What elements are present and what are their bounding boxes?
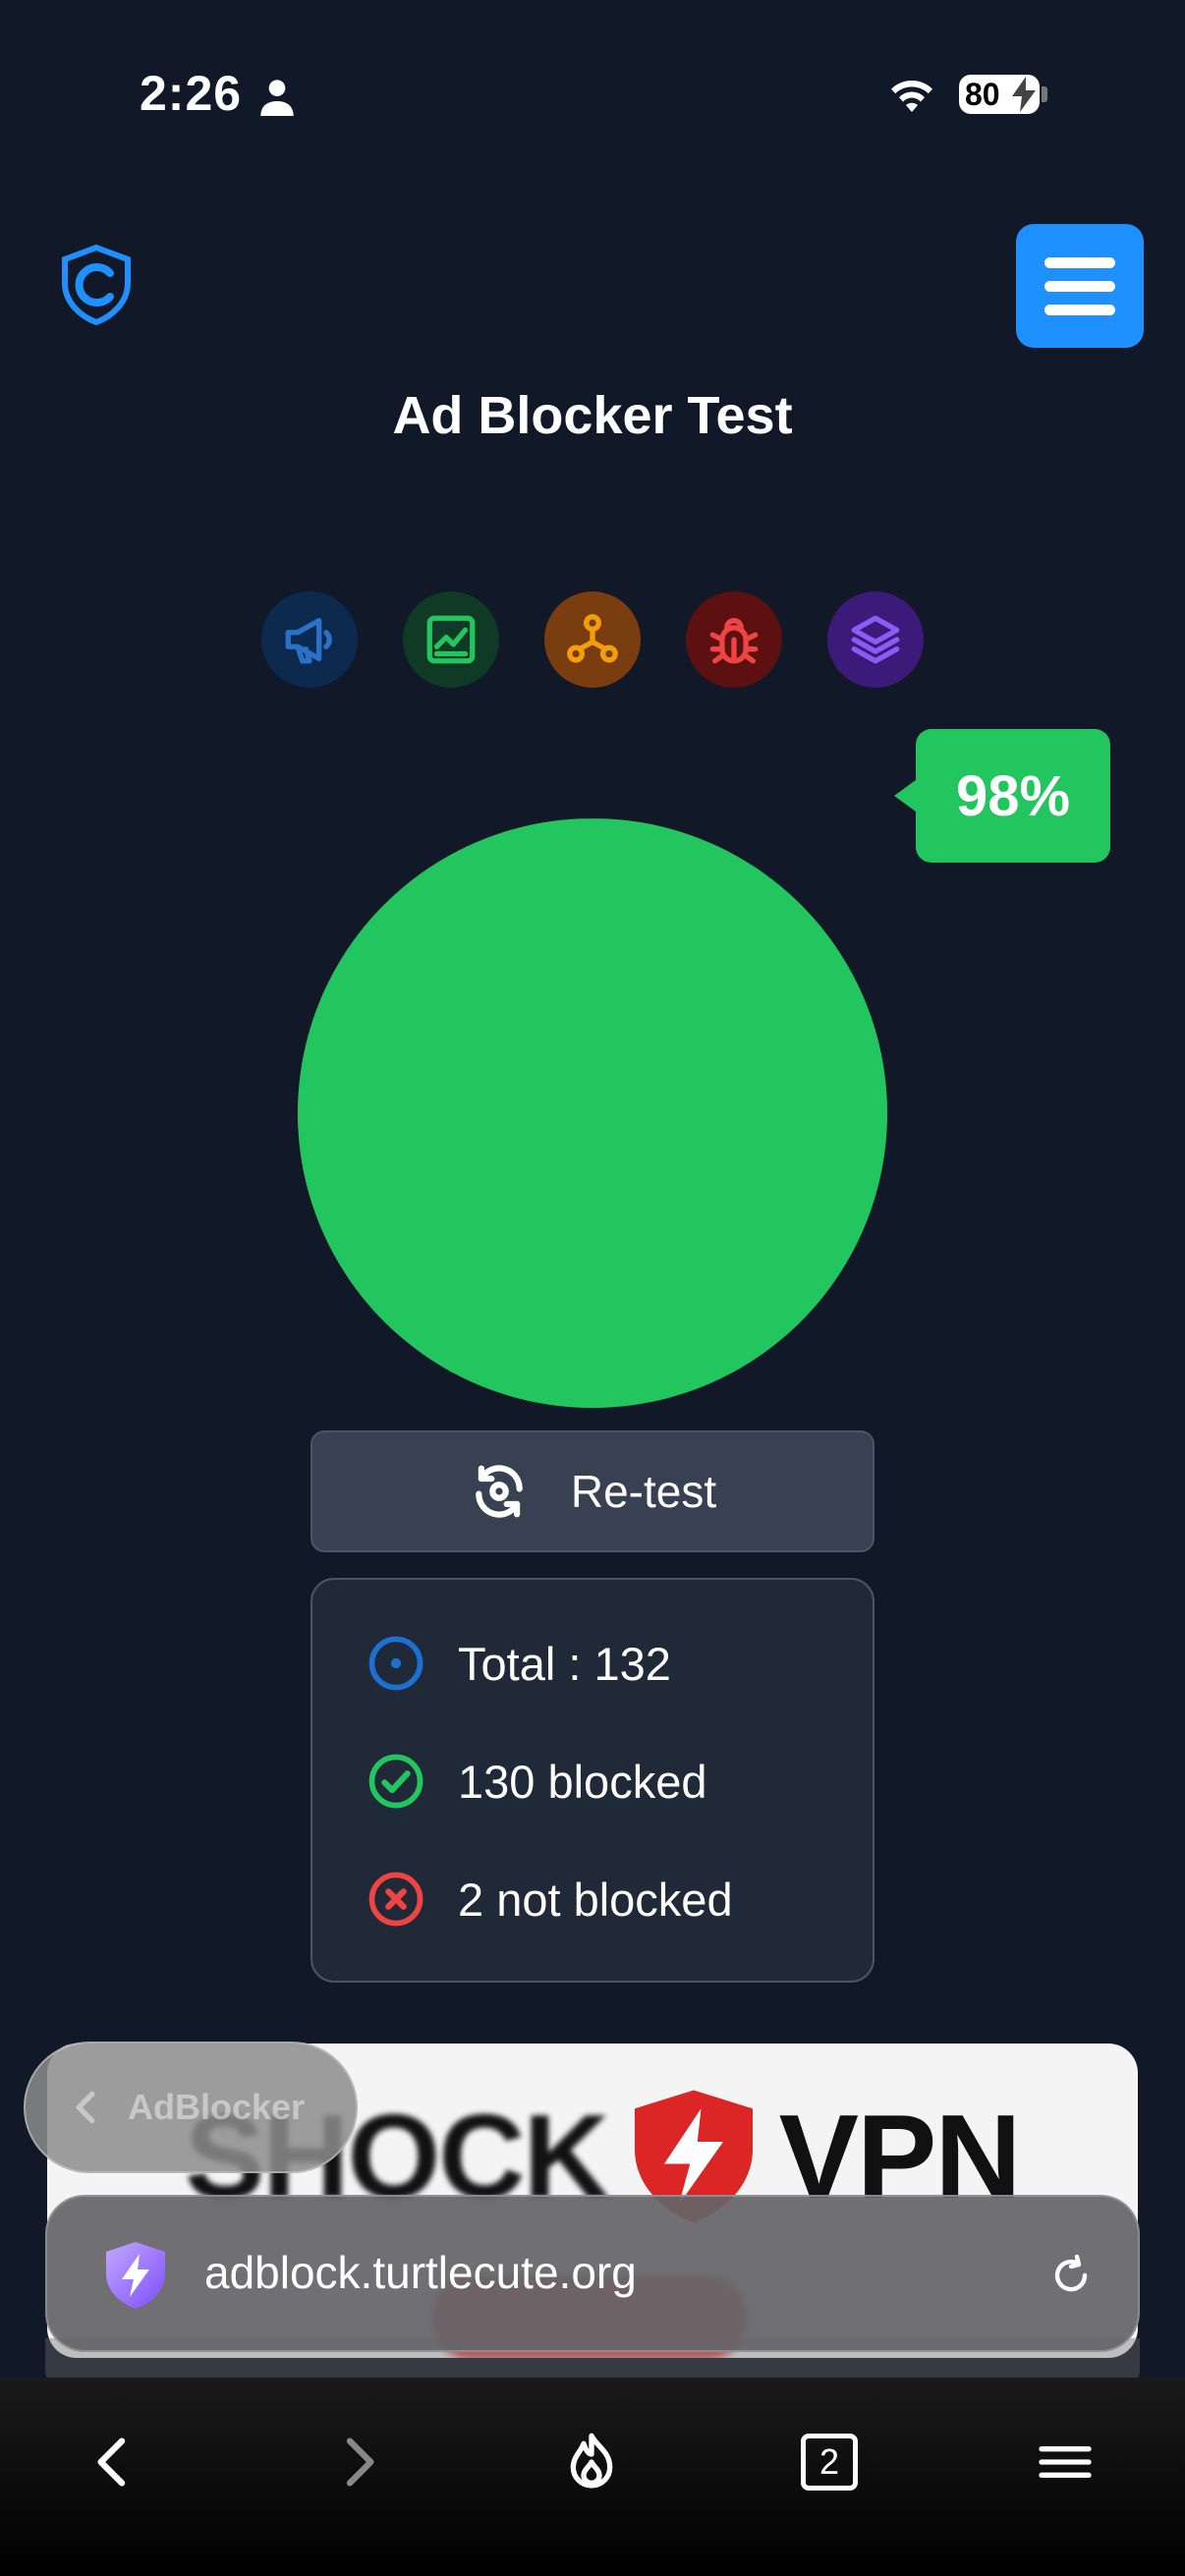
page-title: Ad Blocker Test bbox=[392, 386, 793, 445]
brave-shield-icon[interactable] bbox=[102, 2240, 169, 2311]
charging-bolt-icon bbox=[1012, 77, 1036, 112]
url-text: adblock.turtlecute.org bbox=[204, 2247, 637, 2298]
status-bar: 2:26 80 bbox=[0, 0, 1185, 187]
stat-blocked: 130 blocked bbox=[366, 1747, 706, 1816]
percent-badge: 98% bbox=[894, 729, 1110, 863]
retest-label: Re-test bbox=[570, 1466, 717, 1517]
megaphone-icon bbox=[285, 618, 332, 664]
stat-not-blocked-text: 2 not blocked bbox=[458, 1873, 733, 1926]
x-circle-icon bbox=[368, 1872, 423, 1927]
back-to-app-button[interactable]: AdBlocker bbox=[24, 2042, 358, 2173]
network-icon bbox=[567, 614, 618, 663]
status-time: 2:26 bbox=[140, 66, 243, 121]
hamburger-icon-line bbox=[1044, 304, 1115, 315]
stat-blocked-text: 130 blocked bbox=[458, 1755, 707, 1808]
category-os-oem[interactable] bbox=[827, 591, 924, 688]
address-bar[interactable]: adblock.turtlecute.org bbox=[45, 2195, 1140, 2352]
refresh-icon bbox=[476, 1465, 523, 1518]
category-trackers[interactable] bbox=[686, 591, 782, 688]
back-label: AdBlocker bbox=[128, 2087, 306, 2127]
arrow-back-icon bbox=[97, 2437, 126, 2487]
hamburger-icon-line bbox=[1044, 280, 1115, 292]
stat-total-text: Total : 132 bbox=[458, 1637, 671, 1690]
pie-slice-blocked bbox=[297, 818, 887, 1408]
browser-menu-button[interactable] bbox=[1030, 2427, 1100, 2497]
tab-count-icon: 2 bbox=[801, 2434, 858, 2491]
battery-cap bbox=[1042, 86, 1047, 102]
browser-toolbar: 2 bbox=[0, 2378, 1185, 2576]
wifi-icon bbox=[891, 81, 932, 112]
result-pie-chart bbox=[297, 818, 887, 1408]
stats-card: Total : 132 130 blocked 2 not blocked bbox=[310, 1578, 875, 1983]
hamburger-icon-line bbox=[1044, 256, 1115, 268]
flame-icon bbox=[570, 2433, 613, 2489]
target-icon bbox=[368, 1636, 423, 1691]
reload-icon[interactable] bbox=[1047, 2252, 1095, 2299]
burn-data-button[interactable] bbox=[556, 2427, 627, 2497]
stat-not-blocked: 2 not blocked bbox=[366, 1865, 733, 1933]
test-category-icons bbox=[261, 591, 926, 690]
bug-icon bbox=[709, 618, 759, 664]
layers-icon bbox=[851, 615, 900, 664]
tabs-button[interactable]: 2 bbox=[794, 2427, 865, 2497]
shield-logo-icon[interactable] bbox=[57, 244, 136, 326]
person-icon bbox=[260, 80, 294, 116]
category-analytics[interactable] bbox=[403, 591, 499, 688]
category-ads[interactable] bbox=[261, 591, 358, 688]
battery-level: 80 bbox=[965, 76, 1000, 112]
back-button[interactable] bbox=[79, 2427, 149, 2497]
hamburger-menu-icon bbox=[1039, 2446, 1092, 2478]
retest-button[interactable]: Re-test bbox=[310, 1430, 875, 1552]
menu-button[interactable] bbox=[1016, 224, 1144, 348]
chart-icon bbox=[426, 615, 476, 664]
forward-button[interactable] bbox=[322, 2427, 393, 2497]
chevron-left-icon bbox=[76, 2091, 95, 2124]
stat-total: Total : 132 bbox=[366, 1629, 671, 1698]
category-error-monitors[interactable] bbox=[544, 591, 641, 688]
arrow-forward-icon bbox=[346, 2437, 374, 2487]
check-circle-icon bbox=[368, 1754, 423, 1809]
battery-indicator: 80 bbox=[959, 75, 1040, 114]
